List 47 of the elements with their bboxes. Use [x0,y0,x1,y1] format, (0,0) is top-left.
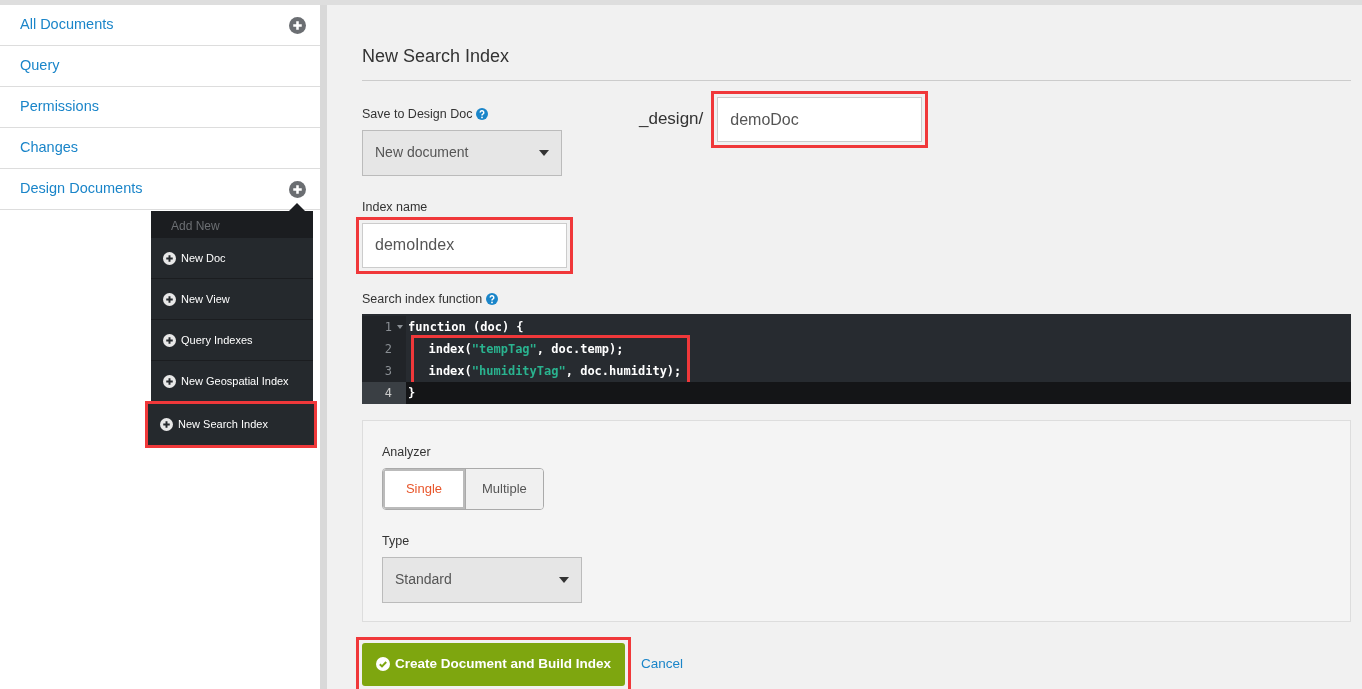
index-name-input[interactable]: demoIndex [362,222,567,268]
check-icon [376,657,390,672]
sidebar-link[interactable]: All Documents [20,14,114,36]
help-icon[interactable] [476,108,489,121]
menu-item[interactable]: Query Indexes [151,319,313,360]
code-line: index("humidityTag", doc.humidity); [427,363,682,381]
sidebar-link[interactable]: Query [20,55,60,77]
plus-icon[interactable] [289,16,306,34]
field-label: Search index function [362,290,483,308]
line-number: 4 [362,382,406,405]
code-line: index("tempTag", doc.temp); [427,341,625,359]
sidebar-link[interactable]: Permissions [20,96,99,118]
plus-icon [163,333,176,347]
scrollbar[interactable] [320,5,327,689]
design-doc-select[interactable]: New document [362,129,562,176]
sidebar-link[interactable]: Design Documents [20,178,143,200]
analyzer-option[interactable]: Single [383,469,465,509]
sidebar-link[interactable]: Changes [20,137,79,159]
menu-pointer [289,203,305,211]
plus-icon[interactable] [289,180,306,198]
menu-item[interactable]: New Search Index [148,404,314,445]
plus-icon [163,292,176,306]
field-label: Index name [362,198,429,216]
design-prefix: _design/ [639,108,704,130]
menu-item[interactable]: New View [151,278,313,319]
code-editor[interactable]: 1 2 3 4 function (doc) { index("tempTag", doc.temp); index("humidityTag", doc.humidity); } [362,314,1351,405]
analyzer-option[interactable]: Multiple [465,469,543,509]
plus-icon [163,374,176,388]
caret-icon [559,576,569,583]
design-name-input[interactable]: demoDoc [717,97,923,142]
caret-icon [539,149,549,156]
field-label: Save to Design Doc [362,106,473,123]
line-number: 1 [362,316,406,339]
plus-icon [160,418,173,431]
cancel-link[interactable]: Cancel [641,654,684,675]
type-select[interactable]: Standard [382,556,582,603]
menu-item[interactable]: New Doc [151,237,313,278]
page-title: New Search Index [362,43,1351,81]
menu-item[interactable]: New Geospatial Index [151,360,313,401]
line-number: 3 [383,363,393,381]
field-label: Type [382,533,411,550]
fold-icon[interactable] [397,325,403,330]
line-number: 2 [383,341,393,359]
code-line: function (doc) { [407,319,525,337]
plus-icon [163,251,176,265]
help-icon[interactable] [486,292,499,305]
field-label: Analyzer [382,444,432,462]
